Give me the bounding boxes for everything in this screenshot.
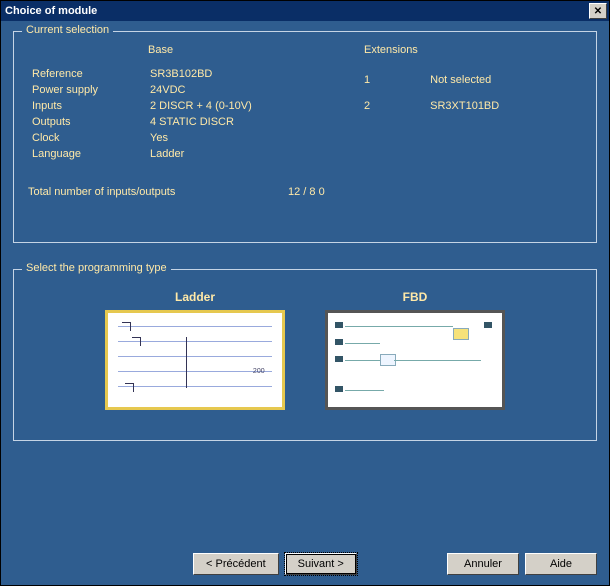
outputs-value: 4 STATIC DISCR [146,114,328,130]
extension-row-2: 2 SR3XT101BD [364,100,582,112]
power-label: Power supply [28,82,146,98]
fbd-thumbnail [325,310,505,410]
table-row: ClockYes [28,130,328,146]
inputs-label: Inputs [28,98,146,114]
table-row: Outputs4 STATIC DISCR [28,114,328,130]
inputs-value: 2 DISCR + 4 (0-10V) [146,98,328,114]
module-choice-window: Choice of module ✕ Current selection Bas… [0,0,610,586]
language-label: Language [28,146,146,162]
window-title: Choice of module [5,5,97,17]
titlebar: Choice of module ✕ [1,1,609,21]
base-header: Base [148,44,328,56]
ladder-thumbnail: 200 [105,310,285,410]
clock-label: Clock [28,130,146,146]
base-properties-table: ReferenceSR3B102BD Power supply24VDC Inp… [28,66,328,162]
clock-value: Yes [146,130,328,146]
extension-row-1: 1 Not selected [364,74,582,86]
reference-value: SR3B102BD [146,66,328,82]
wizard-button-bar: < Précédent Suivant > Annuler Aide [13,553,597,575]
current-selection-group: Current selection Base ReferenceSR3B102B… [13,31,597,243]
reference-label: Reference [28,66,146,82]
total-row: Total number of inputs/outputs 12 / 8 0 [28,186,582,198]
extensions-header: Extensions [364,44,582,56]
outputs-label: Outputs [28,114,146,130]
table-row: Power supply24VDC [28,82,328,98]
programming-type-legend: Select the programming type [22,262,171,274]
fbd-label: FBD [325,290,505,304]
ext2-index: 2 [364,100,370,112]
ladder-label: Ladder [105,290,285,304]
base-column: Base ReferenceSR3B102BD Power supply24VD… [28,44,328,162]
cancel-button[interactable]: Annuler [447,553,519,575]
ladder-option[interactable]: Ladder 200 [105,290,285,410]
current-selection-legend: Current selection [22,24,113,36]
close-icon: ✕ [594,6,602,17]
programming-type-group: Select the programming type Ladder [13,269,597,441]
table-row: Inputs2 DISCR + 4 (0-10V) [28,98,328,114]
total-value: 12 / 8 0 [288,186,325,198]
client-area: Current selection Base ReferenceSR3B102B… [1,21,609,585]
table-row: LanguageLadder [28,146,328,162]
previous-button[interactable]: < Précédent [193,553,279,575]
ext1-value: Not selected [430,74,491,86]
total-label: Total number of inputs/outputs [28,186,228,198]
power-value: 24VDC [146,82,328,98]
close-button[interactable]: ✕ [589,3,607,19]
next-button[interactable]: Suivant > [285,553,357,575]
help-button[interactable]: Aide [525,553,597,575]
ladder-sample-text: 200 [253,368,265,375]
extensions-column: Extensions 1 Not selected 2 SR3XT101BD [364,44,582,162]
ext1-index: 1 [364,74,370,86]
fbd-option[interactable]: FBD [325,290,505,410]
ext2-value: SR3XT101BD [430,100,499,112]
titlebar-buttons: ✕ [589,3,607,19]
table-row: ReferenceSR3B102BD [28,66,328,82]
language-value: Ladder [146,146,328,162]
